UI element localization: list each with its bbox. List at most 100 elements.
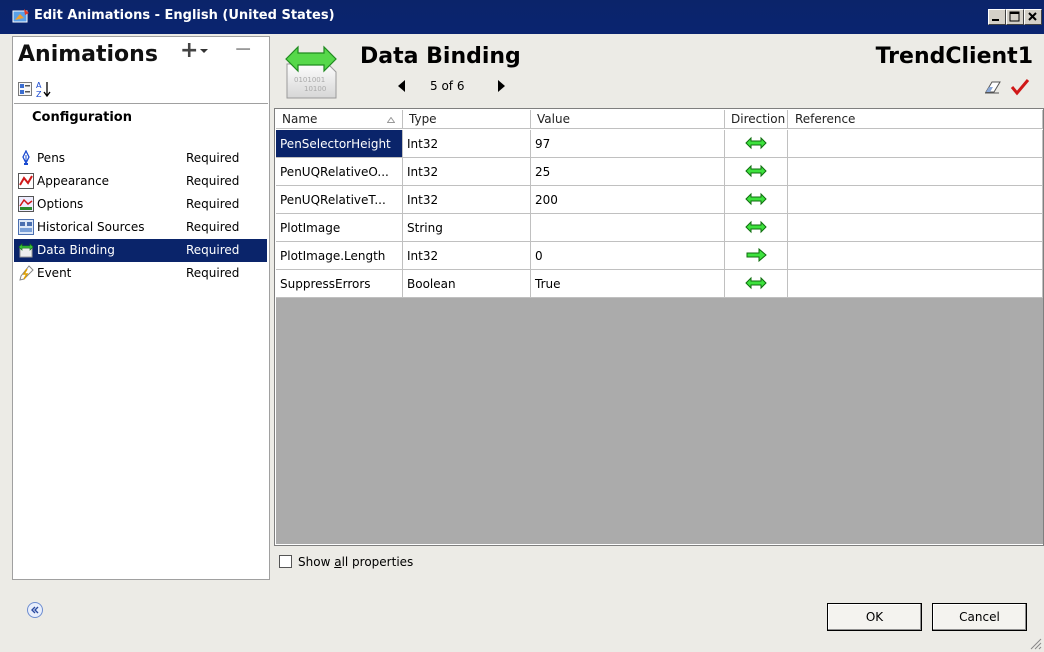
- column-header-value[interactable]: Value: [531, 110, 725, 129]
- cell-reference[interactable]: [788, 130, 1043, 158]
- previous-button[interactable]: [398, 80, 405, 92]
- cell-reference[interactable]: [788, 242, 1043, 270]
- close-icon: [1028, 12, 1037, 21]
- cell-value[interactable]: 97: [531, 130, 725, 158]
- cell-type[interactable]: String: [403, 214, 531, 242]
- app-icon: [12, 9, 29, 23]
- table-row[interactable]: PlotImage.Length Int32 0: [276, 242, 1043, 270]
- cell-reference[interactable]: [788, 186, 1043, 214]
- animation-item-status: Required: [186, 151, 240, 165]
- sort-ascending-icon: [387, 117, 395, 123]
- bidirectional-arrow-icon: [745, 164, 767, 178]
- icon-binary-text: 10100: [304, 85, 326, 93]
- animations-header: Animations: [18, 42, 158, 67]
- animation-item-status: Required: [186, 174, 240, 188]
- cell-name[interactable]: PenSelectorHeight: [276, 130, 403, 158]
- event-icon: [19, 265, 34, 281]
- animation-item-event[interactable]: Event Required: [14, 262, 267, 285]
- animation-item-label: Historical Sources: [37, 220, 145, 234]
- title-bar[interactable]: Edit Animations - English (United States…: [0, 0, 1044, 34]
- chevron-down-icon[interactable]: [200, 49, 208, 53]
- cell-type[interactable]: Boolean: [403, 270, 531, 298]
- cell-name[interactable]: PenUQRelativeT...: [276, 186, 403, 214]
- eraser-icon[interactable]: [984, 80, 1002, 94]
- animation-item-data-binding[interactable]: Data Binding Required: [14, 239, 267, 262]
- appearance-icon: [18, 173, 34, 189]
- cell-direction[interactable]: [725, 214, 788, 242]
- cell-value[interactable]: [531, 214, 725, 242]
- animation-item-pens[interactable]: Pens Required: [14, 147, 267, 170]
- cell-value[interactable]: 25: [531, 158, 725, 186]
- cell-value[interactable]: True: [531, 270, 725, 298]
- column-header-name[interactable]: Name: [276, 110, 403, 129]
- check-icon[interactable]: [1010, 78, 1030, 96]
- bidirectional-arrow-icon: [745, 192, 767, 206]
- cell-reference[interactable]: [788, 158, 1043, 186]
- table-row[interactable]: PlotImage String: [276, 214, 1043, 242]
- column-header-type[interactable]: Type: [403, 110, 531, 129]
- ok-button-label: OK: [865, 610, 884, 624]
- cancel-button[interactable]: Cancel: [932, 603, 1027, 631]
- cell-direction[interactable]: [725, 130, 788, 158]
- animation-item-status: Required: [186, 220, 240, 234]
- column-header-label: Type: [409, 112, 437, 126]
- animation-item-status: Required: [186, 243, 240, 257]
- animation-item-label: Appearance: [37, 174, 110, 188]
- table-row[interactable]: PenSelectorHeight Int32 97: [276, 130, 1043, 158]
- cell-value[interactable]: 0: [531, 242, 725, 270]
- label-mnemonic: a: [334, 555, 342, 569]
- label-text: ll properties: [341, 555, 414, 569]
- minimize-button[interactable]: [988, 9, 1006, 25]
- column-header-direction[interactable]: Direction: [725, 110, 788, 129]
- animation-item-options[interactable]: Options Required: [14, 193, 267, 216]
- table-row[interactable]: PenUQRelativeO... Int32 25: [276, 158, 1043, 186]
- show-all-properties-label[interactable]: Show all properties: [298, 555, 413, 569]
- column-header-reference[interactable]: Reference: [788, 110, 1043, 129]
- animation-item-appearance[interactable]: Appearance Required: [14, 170, 267, 193]
- ok-button[interactable]: OK: [827, 603, 922, 631]
- cell-reference[interactable]: [788, 214, 1043, 242]
- cell-direction[interactable]: [725, 242, 788, 270]
- cell-reference[interactable]: [788, 270, 1043, 298]
- column-header-label: Reference: [795, 112, 856, 126]
- animation-item-historical-sources[interactable]: Historical Sources Required: [14, 216, 267, 239]
- cell-type[interactable]: Int32: [403, 158, 531, 186]
- maximize-button[interactable]: [1006, 9, 1024, 25]
- cell-type[interactable]: Int32: [403, 186, 531, 214]
- bidirectional-arrow-icon: [745, 276, 767, 290]
- cell-name[interactable]: PenUQRelativeO...: [276, 158, 403, 186]
- remove-animation-button[interactable]: −: [234, 37, 252, 62]
- animation-item-status: Required: [186, 197, 240, 211]
- table-row[interactable]: PenUQRelativeT... Int32 200: [276, 186, 1043, 214]
- next-button[interactable]: [498, 80, 505, 92]
- page-counter: 5 of 6: [430, 79, 465, 93]
- svg-text:Z: Z: [36, 90, 42, 98]
- add-animation-button[interactable]: +: [180, 38, 198, 63]
- resize-grip-icon[interactable]: [1028, 636, 1042, 650]
- close-button[interactable]: [1024, 9, 1042, 25]
- cell-name[interactable]: PlotImage.Length: [276, 242, 403, 270]
- icon-binary-text: 0101001: [294, 76, 325, 84]
- cell-direction[interactable]: [725, 186, 788, 214]
- cell-value[interactable]: 200: [531, 186, 725, 214]
- animation-item-label: Event: [37, 266, 72, 280]
- minimize-icon: [992, 19, 999, 21]
- animation-item-status: Required: [186, 266, 240, 280]
- right-arrow-icon: [746, 248, 767, 262]
- collapse-panel-button[interactable]: [27, 602, 43, 618]
- table-row[interactable]: SuppressErrors Boolean True: [276, 270, 1043, 298]
- svg-text:A: A: [36, 81, 42, 90]
- column-header-label: Name: [282, 112, 318, 126]
- cell-type[interactable]: Int32: [403, 242, 531, 270]
- grid-empty-area: [276, 298, 1043, 544]
- configuration-heading: Configuration: [32, 110, 132, 125]
- cell-name[interactable]: SuppressErrors: [276, 270, 403, 298]
- cell-direction[interactable]: [725, 158, 788, 186]
- sort-alphabetical-icon[interactable]: A Z: [36, 80, 52, 98]
- cell-name[interactable]: PlotImage: [276, 214, 403, 242]
- cell-type[interactable]: Int32: [403, 130, 531, 158]
- pen-icon: [22, 150, 30, 165]
- cell-direction[interactable]: [725, 270, 788, 298]
- show-all-properties-checkbox[interactable]: [279, 555, 292, 568]
- categorized-view-icon[interactable]: [18, 82, 32, 96]
